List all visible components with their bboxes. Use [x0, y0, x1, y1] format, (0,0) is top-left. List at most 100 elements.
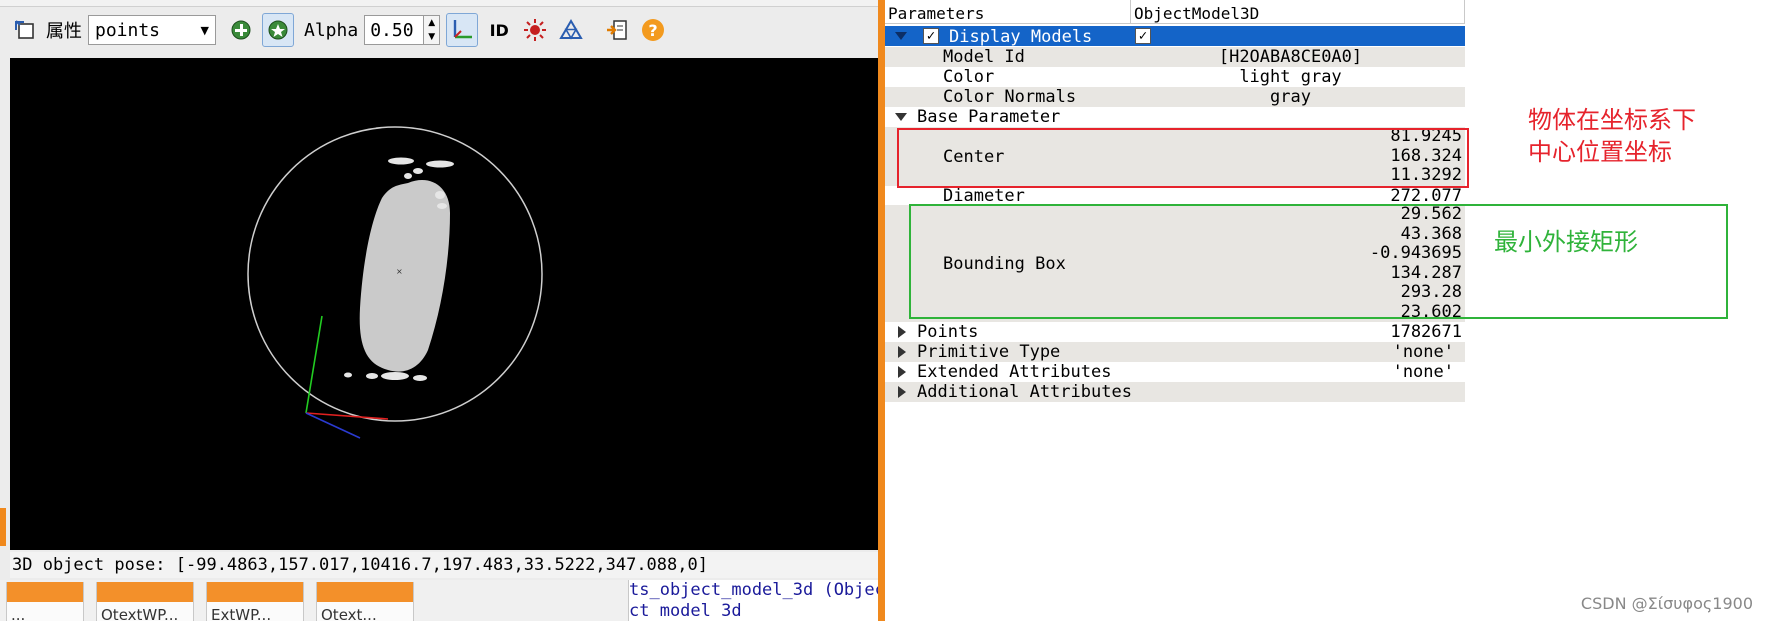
reset-view-icon: [15, 20, 34, 39]
tree-row-color[interactable]: Color light gray: [885, 67, 1465, 87]
display-mode-value: points: [95, 19, 161, 41]
tree-row-model-id[interactable]: Model Id [H2OABA8CE0A0]: [885, 47, 1465, 67]
extended-attributes-label: Extended Attributes: [917, 362, 1112, 382]
tree-row-diameter[interactable]: Diameter 272.077: [885, 186, 1465, 206]
point-cluster: [413, 375, 427, 381]
base-parameter-label: Base Parameter: [917, 107, 1061, 127]
model-id-value: [H2OABA8CE0A0]: [1218, 47, 1363, 67]
expand-icon[interactable]: [898, 326, 906, 338]
tree-row-additional-attributes[interactable]: Additional Attributes: [885, 382, 1465, 402]
color-normals-value: gray: [1270, 87, 1311, 107]
alpha-label: Alpha: [304, 19, 359, 41]
select-model-icon: [268, 20, 288, 40]
center-annotation-line-2: 中心位置坐标: [1528, 138, 1672, 166]
parameter-panel: Parameters ObjectModel3D ✓ Display Model…: [885, 0, 1767, 621]
id-button[interactable]: ID: [484, 13, 514, 47]
color-value: light gray: [1239, 67, 1342, 87]
points-label: Points: [917, 322, 979, 342]
point-cluster: [366, 373, 378, 379]
collapse-icon[interactable]: [895, 113, 907, 121]
color-normals-label: Color Normals: [943, 87, 1077, 107]
export-icon: [607, 20, 627, 40]
center-annotation-line-1: 物体在坐标系下: [1528, 106, 1696, 134]
export-button[interactable]: [602, 13, 632, 47]
help-icon: ?: [642, 19, 665, 41]
expand-icon[interactable]: [898, 366, 906, 378]
viewer-window: 属性 points ▼ Alpha 0.50 ▲ ▼ ID ? × 3D obj…: [0, 0, 880, 624]
point-cluster: [404, 173, 412, 179]
point-cluster: [413, 168, 423, 174]
bottom-dock: ... OtextWP... ExtWP... Otext... ts_obje…: [0, 580, 879, 624]
code-editor-pane[interactable]: ts_object_model_3d (Objec ct model 3d: [628, 580, 879, 621]
help-button[interactable]: ?: [638, 13, 668, 47]
code-line: ts_object_model_3d (Objec: [629, 580, 879, 600]
add-model-icon: [231, 20, 251, 40]
axes-toggle-button[interactable]: [446, 13, 479, 47]
reset-view-button[interactable]: [10, 13, 40, 47]
center-marker: ×: [396, 267, 403, 276]
3d-viewport[interactable]: ×: [10, 58, 878, 550]
point-cluster: [388, 157, 414, 165]
diameter-label: Diameter: [943, 186, 1025, 206]
svg-text:?: ?: [649, 21, 658, 40]
primitive-type-label: Primitive Type: [917, 342, 1061, 362]
viewer-toolbar: 属性 points ▼ Alpha 0.50 ▲ ▼ ID ?: [10, 8, 880, 52]
dock-tab[interactable]: Otext...: [316, 582, 414, 624]
object-point-cloud: [359, 180, 450, 372]
alpha-stepper[interactable]: ▲ ▼: [424, 15, 441, 45]
point-cluster: [344, 372, 352, 378]
diameter-value: 272.077: [1390, 186, 1462, 206]
chevron-down-icon: ▼: [200, 23, 209, 37]
select-model-button[interactable]: [262, 13, 294, 47]
step-down-icon[interactable]: ▼: [428, 32, 435, 42]
model-id-label: Model Id: [943, 47, 1025, 67]
point-cluster: [435, 191, 445, 199]
window-title-strip: [0, 0, 880, 7]
add-model-button[interactable]: [226, 13, 256, 47]
column-header-value[interactable]: ObjectModel3D: [1131, 0, 1465, 24]
step-up-icon[interactable]: ▲: [428, 18, 435, 28]
collapse-icon[interactable]: [895, 32, 907, 40]
code-line: ct model 3d: [629, 601, 742, 621]
expand-icon[interactable]: [898, 346, 906, 358]
extended-attributes-value: 'none': [1392, 362, 1454, 382]
expand-icon[interactable]: [898, 386, 906, 398]
tree-row-display-models[interactable]: ✓ Display Models ✓: [885, 26, 1465, 47]
bounding-box-annotation: 最小外接矩形: [1494, 228, 1638, 256]
tree-row-base-parameter[interactable]: Base Parameter: [885, 107, 1465, 127]
point-cluster: [437, 203, 447, 209]
dock-tab[interactable]: ExtWP...: [206, 582, 304, 624]
triangle-mesh-icon: [559, 19, 583, 40]
sun-icon: [524, 19, 547, 41]
watermark: CSDN @Σίσυφος1900: [1580, 594, 1753, 613]
tree-row-color-normals[interactable]: Color Normals gray: [885, 87, 1465, 107]
additional-attributes-label: Additional Attributes: [917, 382, 1132, 402]
tree-row-extended-attributes[interactable]: Extended Attributes 'none': [885, 362, 1465, 382]
alpha-input[interactable]: 0.50: [364, 15, 425, 45]
column-header-parameters[interactable]: Parameters: [885, 0, 1131, 24]
color-label: Color: [943, 67, 995, 87]
dock-tab[interactable]: ...: [6, 582, 84, 624]
y-axis: [305, 315, 323, 414]
axes-icon: [453, 20, 473, 39]
point-cluster: [381, 372, 409, 380]
points-value: 1782671: [1390, 322, 1462, 342]
left-edge-accent: [0, 508, 6, 546]
point-cluster: [426, 160, 454, 168]
center-highlight-box: [897, 128, 1469, 188]
light-button[interactable]: [520, 13, 550, 47]
pose-status: 3D object pose: [-99.4863,157.017,10416.…: [10, 552, 878, 578]
display-models-label: Display Models: [949, 27, 1093, 47]
center-annotation: 物体在坐标系下 中心位置坐标: [1528, 104, 1696, 168]
display-models-checkbox[interactable]: ✓: [923, 28, 939, 44]
point-cloud-render: ×: [247, 126, 543, 439]
tree-row-points[interactable]: Points 1782671: [885, 322, 1465, 342]
id-label: ID: [489, 20, 509, 40]
tree-row-primitive-type[interactable]: Primitive Type 'none': [885, 342, 1465, 362]
panel-divider[interactable]: [878, 0, 885, 621]
display-mode-select[interactable]: points ▼: [88, 15, 216, 45]
mesh-button[interactable]: [556, 13, 586, 47]
dock-tab[interactable]: OtextWP...: [96, 582, 194, 624]
properties-label: 属性: [46, 21, 82, 42]
object-visible-checkbox[interactable]: ✓: [1135, 28, 1151, 44]
